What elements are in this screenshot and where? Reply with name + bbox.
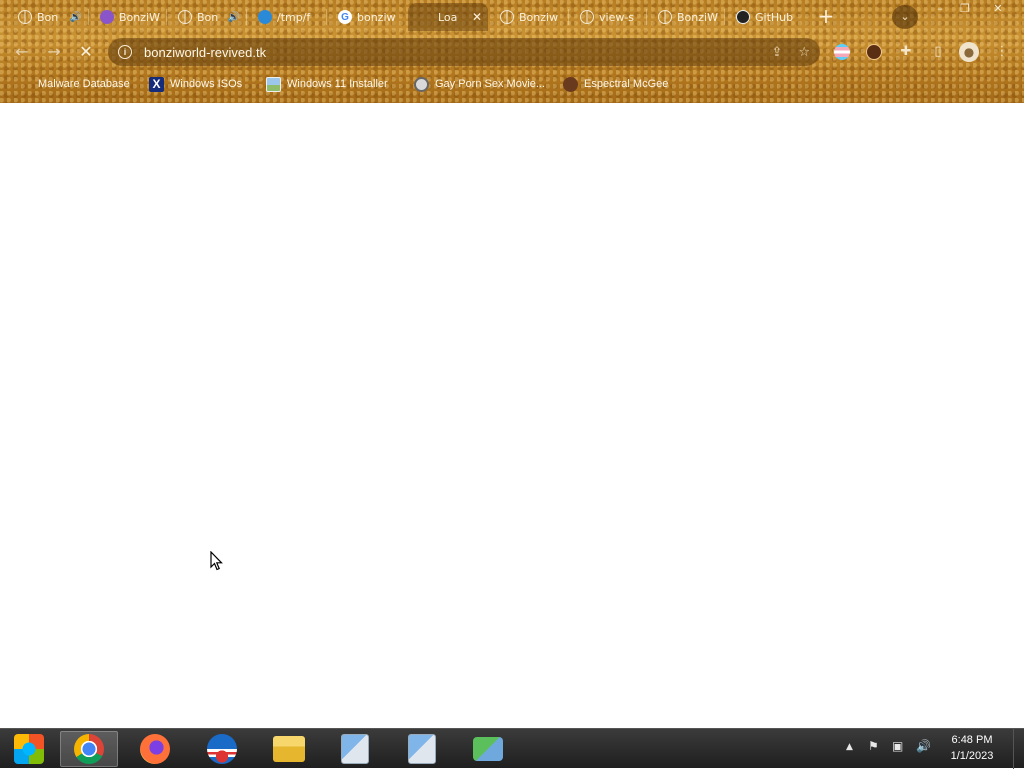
bookmark-label: Espectral McGee	[584, 78, 669, 90]
close-tab-icon[interactable]: ✕	[472, 10, 482, 24]
extension-avatar-icon[interactable]	[866, 44, 882, 60]
action-center-flag-icon[interactable]: ⚑	[868, 739, 879, 753]
tab-title: bonziw	[357, 10, 396, 24]
taskbar-obama[interactable]	[193, 731, 251, 767]
bookmark-espectral-mcgee[interactable]: Espectral McGee	[563, 75, 668, 93]
x-icon: X	[149, 76, 164, 92]
bonzi-icon	[100, 10, 114, 24]
obama-logo-icon	[207, 734, 237, 764]
show-desktop-button[interactable]	[1013, 729, 1024, 769]
tab-title: /tmp/f	[277, 10, 311, 24]
start-orb-icon	[14, 734, 44, 764]
minimize-button[interactable]: –	[928, 0, 952, 18]
clock-date: 1/1/2023	[950, 750, 994, 762]
taskbar-network-app[interactable]	[459, 731, 517, 767]
browser-chrome: Bon 🔊 BonziW Bon 🔊 /tmp/f G bonziw Loa ✕	[0, 0, 1024, 103]
forward-button[interactable]: →	[42, 40, 66, 64]
volume-icon[interactable]: 🔊	[916, 739, 931, 753]
tab-3[interactable]: Bon 🔊	[166, 3, 246, 31]
restore-button[interactable]: ❐	[953, 0, 977, 18]
close-window-button[interactable]: ✕	[986, 0, 1010, 18]
tab-title: BonziW	[119, 10, 160, 24]
tab-strip: Bon 🔊 BonziW Bon 🔊 /tmp/f G bonziw Loa ✕	[0, 0, 1024, 34]
start-button[interactable]	[0, 731, 58, 767]
edge-icon	[258, 10, 272, 24]
back-button[interactable]: ←	[10, 40, 34, 64]
tab-1[interactable]: Bon 🔊	[6, 3, 88, 31]
network-app-icon	[473, 737, 503, 761]
new-tab-button[interactable]: +	[813, 5, 839, 29]
tab-6-active[interactable]: Loa ✕	[408, 3, 488, 31]
bookmark-windows-isos[interactable]: X Windows ISOs	[149, 75, 242, 93]
tab-title: view-s	[599, 10, 635, 24]
tab-5[interactable]: G bonziw	[326, 3, 406, 31]
bookmark-label: Windows 11 Installer	[287, 78, 388, 90]
taskbar-setup-2[interactable]	[393, 731, 451, 767]
tab-title: Bonziw	[519, 10, 559, 24]
tab-9[interactable]: BonziW	[646, 3, 724, 31]
setup-icon	[408, 734, 436, 764]
tab-title: BonziW	[677, 10, 718, 24]
tab-title: GitHub	[755, 10, 794, 24]
clock[interactable]: 6:48 PM 1/1/2023	[942, 732, 1002, 764]
tab-title: Loa	[438, 10, 458, 24]
address-bar[interactable]: i bonziworld-revived.tk ⇪ ☆	[108, 38, 820, 66]
globe-icon	[178, 10, 192, 24]
tab-7[interactable]: Bonziw	[488, 3, 568, 31]
extension-flag-icon[interactable]	[834, 44, 850, 60]
taskbar-chrome[interactable]	[60, 731, 118, 767]
page-content	[0, 103, 1024, 728]
bookmark-malware-database[interactable]: Malware Database	[14, 75, 130, 93]
tab-4[interactable]: /tmp/f	[246, 3, 326, 31]
taskbar-file-explorer[interactable]	[260, 731, 318, 767]
taskbar: ▲ ⚑ ▣ 🔊 6:48 PM 1/1/2023	[0, 728, 1024, 769]
firefox-icon	[140, 734, 170, 764]
show-hidden-icons-chevron[interactable]: ▲	[846, 742, 853, 752]
site-info-icon[interactable]: i	[118, 45, 132, 59]
side-panel-icon[interactable]: ▯	[928, 42, 948, 62]
bookmark-star-icon[interactable]: ☆	[798, 45, 810, 60]
mouse-cursor-icon	[210, 551, 223, 571]
tab-10[interactable]: GitHub	[724, 3, 804, 31]
audio-icon[interactable]: 🔊	[70, 12, 82, 23]
stop-loading-button[interactable]: ✕	[74, 40, 98, 64]
profile-icon[interactable]: ●	[959, 42, 979, 62]
bookmark-windows-11-installer[interactable]: Windows 11 Installer	[266, 75, 388, 93]
globe-icon	[500, 10, 514, 24]
malware-icon	[14, 77, 32, 92]
taskbar-setup-1[interactable]	[326, 731, 384, 767]
chrome-icon	[74, 734, 104, 764]
globe-icon	[18, 10, 32, 24]
google-icon: G	[338, 10, 352, 24]
globe-icon	[580, 10, 594, 24]
tab-search-button[interactable]: ⌄	[892, 5, 918, 29]
globe-icon	[658, 10, 672, 24]
taskbar-firefox[interactable]	[126, 731, 184, 767]
bookmark-label: Gay Porn Sex Movie...	[435, 78, 546, 90]
network-icon[interactable]: ▣	[892, 739, 903, 753]
image-icon	[266, 76, 281, 92]
setup-icon	[341, 734, 369, 764]
bookmark-label: Windows ISOs	[170, 78, 243, 90]
share-icon[interactable]: ⇪	[771, 45, 782, 60]
tab-8[interactable]: view-s	[568, 3, 646, 31]
bookmark-label: Malware Database	[38, 78, 130, 90]
extensions-puzzle-icon[interactable]: ✚	[896, 42, 916, 62]
folder-icon	[273, 736, 305, 762]
github-icon	[736, 10, 750, 24]
tab-title: Bon	[37, 10, 59, 24]
clock-time: 6:48 PM	[951, 734, 993, 746]
bookmark-movie[interactable]: Gay Porn Sex Movie...	[414, 75, 545, 93]
menu-kebab-icon[interactable]: ⋮	[992, 42, 1012, 62]
toolbar: ← → ✕ i bonziworld-revived.tk ⇪ ☆ ✚ ▯ ● …	[0, 36, 1024, 68]
url-text[interactable]: bonziworld-revived.tk	[144, 45, 755, 60]
audio-icon[interactable]: 🔊	[228, 12, 240, 23]
tab-title: Bon	[197, 10, 219, 24]
disc-icon	[414, 76, 429, 92]
face-icon	[563, 76, 578, 92]
tab-2[interactable]: BonziW	[88, 3, 166, 31]
bookmarks-bar: Malware Database X Windows ISOs Windows …	[0, 72, 1024, 96]
